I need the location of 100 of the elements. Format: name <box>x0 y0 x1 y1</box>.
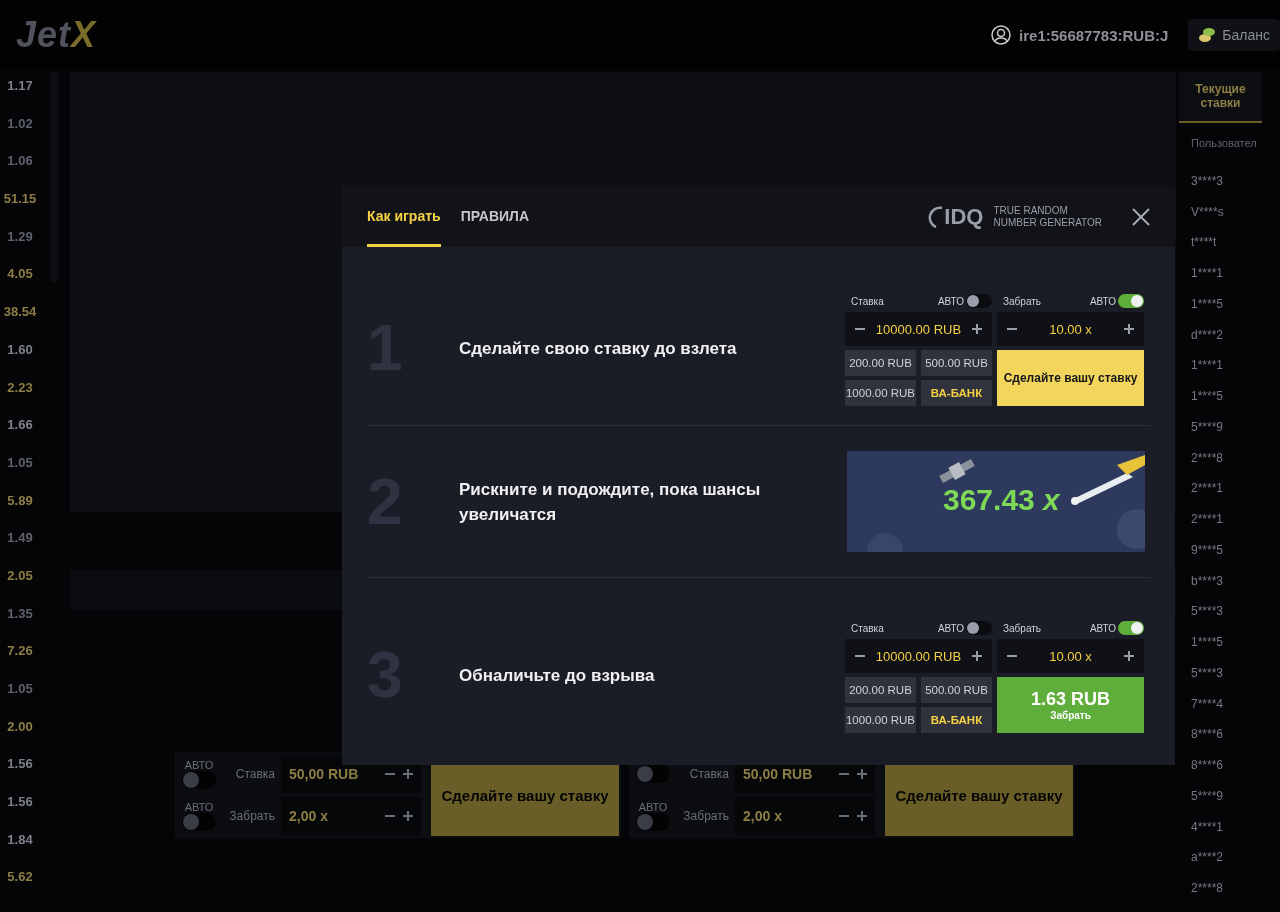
tab[interactable]: ПРАВИЛА <box>460 186 530 247</box>
plus-icon <box>403 769 413 779</box>
toggle-switch[interactable] <box>636 765 670 783</box>
plus-icon <box>1124 324 1134 334</box>
tab[interactable]: Как играть <box>367 186 441 247</box>
multiplier-value: 38.54 <box>3 304 37 322</box>
multiplier-value: 4.05 <box>7 266 33 284</box>
user-name: 1****1 <box>1190 358 1225 375</box>
user-name: 2****1 <box>1190 512 1225 529</box>
multiplier-value: 1.84 <box>7 831 33 849</box>
multiplier-value: 5.62 <box>7 869 33 887</box>
multiplier-value: 1.05 <box>7 454 33 472</box>
user-icon <box>991 25 1012 45</box>
user-name: 5****3 <box>1190 604 1225 621</box>
auto-label: АВТО <box>184 759 214 771</box>
auto-label: АВТО <box>1089 622 1116 634</box>
multiplier-value: 1.66 <box>7 417 33 435</box>
field-label: Ставка <box>234 767 276 781</box>
multiplier-value: 1.17 <box>7 78 33 95</box>
toggle-switch[interactable] <box>182 813 216 831</box>
amount-stepper[interactable]: 10.00 x <box>997 639 1144 673</box>
toggle-switch[interactable] <box>966 621 992 635</box>
amount-stepper[interactable]: 10.00 x <box>997 312 1144 346</box>
user-name: 2****1 <box>1190 481 1225 498</box>
field-label: Ставка <box>688 767 730 781</box>
multiplier-value: 1.29 <box>7 228 33 246</box>
quick-amount-button[interactable]: 500.00 RUB <box>921 350 992 376</box>
user-name: b****3 <box>1190 573 1225 590</box>
auto-label: АВТО <box>184 801 214 813</box>
multiplier-value: 2.00 <box>7 718 33 736</box>
multiplier-value: 2.23 <box>7 379 33 397</box>
plus-icon <box>972 324 982 334</box>
multiplier-value: 1.60 <box>7 341 33 359</box>
user-name: 8****6 <box>1190 758 1225 775</box>
close-button[interactable] <box>1132 207 1150 226</box>
balance-button[interactable]: Баланс <box>1188 19 1280 51</box>
plus-icon <box>857 811 867 821</box>
toggle-switch[interactable] <box>1118 621 1144 635</box>
all-in-button[interactable]: ВА-БАНК <box>921 707 992 733</box>
amount-stepper[interactable]: 10000.00 RUB <box>845 639 992 673</box>
multiplier-value: 1.05 <box>7 681 33 698</box>
amount-stepper[interactable]: 10000.00 RUB <box>845 312 992 346</box>
plus-icon <box>857 769 867 779</box>
field-label: Забрать <box>1003 295 1042 307</box>
user-name: 5****3 <box>1190 665 1225 682</box>
auto-label: АВТО <box>1089 295 1116 307</box>
user-name: 1****5 <box>1190 389 1225 406</box>
step-text: Сделайте свою ставку до взлета <box>459 337 738 360</box>
logo: JetX <box>16 14 97 56</box>
quick-amount-button[interactable]: 500.00 RUB <box>921 677 992 703</box>
amount-field[interactable]: 2,00 x <box>281 797 421 835</box>
multiplier-value: 2.05 <box>7 567 33 585</box>
plus-icon <box>403 811 413 821</box>
multiplier-value: 1.56 <box>7 756 33 774</box>
user-name: 2****8 <box>1190 881 1225 898</box>
multiplier-value: 1.06 <box>7 153 33 171</box>
field-label: Ставка <box>851 622 884 634</box>
user-name: 8****6 <box>1190 727 1225 744</box>
auto-label: АВТО <box>638 801 668 813</box>
quick-amount-button[interactable]: 200.00 RUB <box>845 350 916 376</box>
coins-icon <box>1198 27 1217 43</box>
auto-label: АВТО <box>937 295 964 307</box>
toggle-switch[interactable] <box>1118 294 1144 308</box>
user-name: 4****1 <box>1190 819 1225 836</box>
multiplier-value: 1.56 <box>7 794 33 812</box>
amount-field[interactable]: 2,00 x <box>735 797 875 835</box>
column-header: Пользовател <box>1190 135 1258 151</box>
toggle-switch[interactable] <box>966 294 992 308</box>
quick-amount-button[interactable]: 1000.00 RUB <box>845 707 916 733</box>
user-name: 2****8 <box>1190 450 1225 467</box>
quick-amount-button[interactable]: 1000.00 RUB <box>845 380 916 406</box>
provider-caption: NUMBER GENERATOR <box>993 216 1102 229</box>
user-name: d****2 <box>1190 327 1225 344</box>
toggle-switch[interactable] <box>182 771 216 789</box>
multiplier-value: 5.89 <box>7 492 33 510</box>
toggle-switch[interactable] <box>636 813 670 831</box>
user-name: V****s <box>1190 204 1225 221</box>
user-name: 1****1 <box>1190 266 1225 283</box>
auto-label: АВТО <box>937 622 964 634</box>
user-name: 1****5 <box>1190 296 1225 313</box>
quick-amount-button[interactable]: 200.00 RUB <box>845 677 916 703</box>
user-id: ire1:56687783:RUB:J <box>1019 26 1169 44</box>
multiplier-value: 1.35 <box>7 605 33 623</box>
sidebar-tab[interactable]: Текущие ставки <box>1179 72 1262 123</box>
close-icon <box>1132 207 1150 226</box>
plus-icon <box>972 651 982 661</box>
multiplier-value: 367.43 x <box>943 483 1060 517</box>
field-label: Ставка <box>851 295 884 307</box>
user-name: 1****5 <box>1190 635 1225 652</box>
bet-button[interactable]: Сделайте вашу ставку <box>997 350 1144 406</box>
user-name: 5****9 <box>1190 419 1225 436</box>
field-label: Забрать <box>682 809 730 823</box>
multiplier-value: 51.15 <box>3 191 37 209</box>
step-text: Рискните и подождите, пока шансы увеличатся <box>459 478 762 526</box>
all-in-button[interactable]: ВА-БАНК <box>921 380 992 406</box>
user-name: t****t <box>1190 235 1218 252</box>
provider-logo: IDQ <box>928 203 984 230</box>
user-name: 7****4 <box>1190 696 1225 713</box>
field-label: Забрать <box>1003 622 1042 634</box>
user-name: a****2 <box>1190 850 1225 867</box>
